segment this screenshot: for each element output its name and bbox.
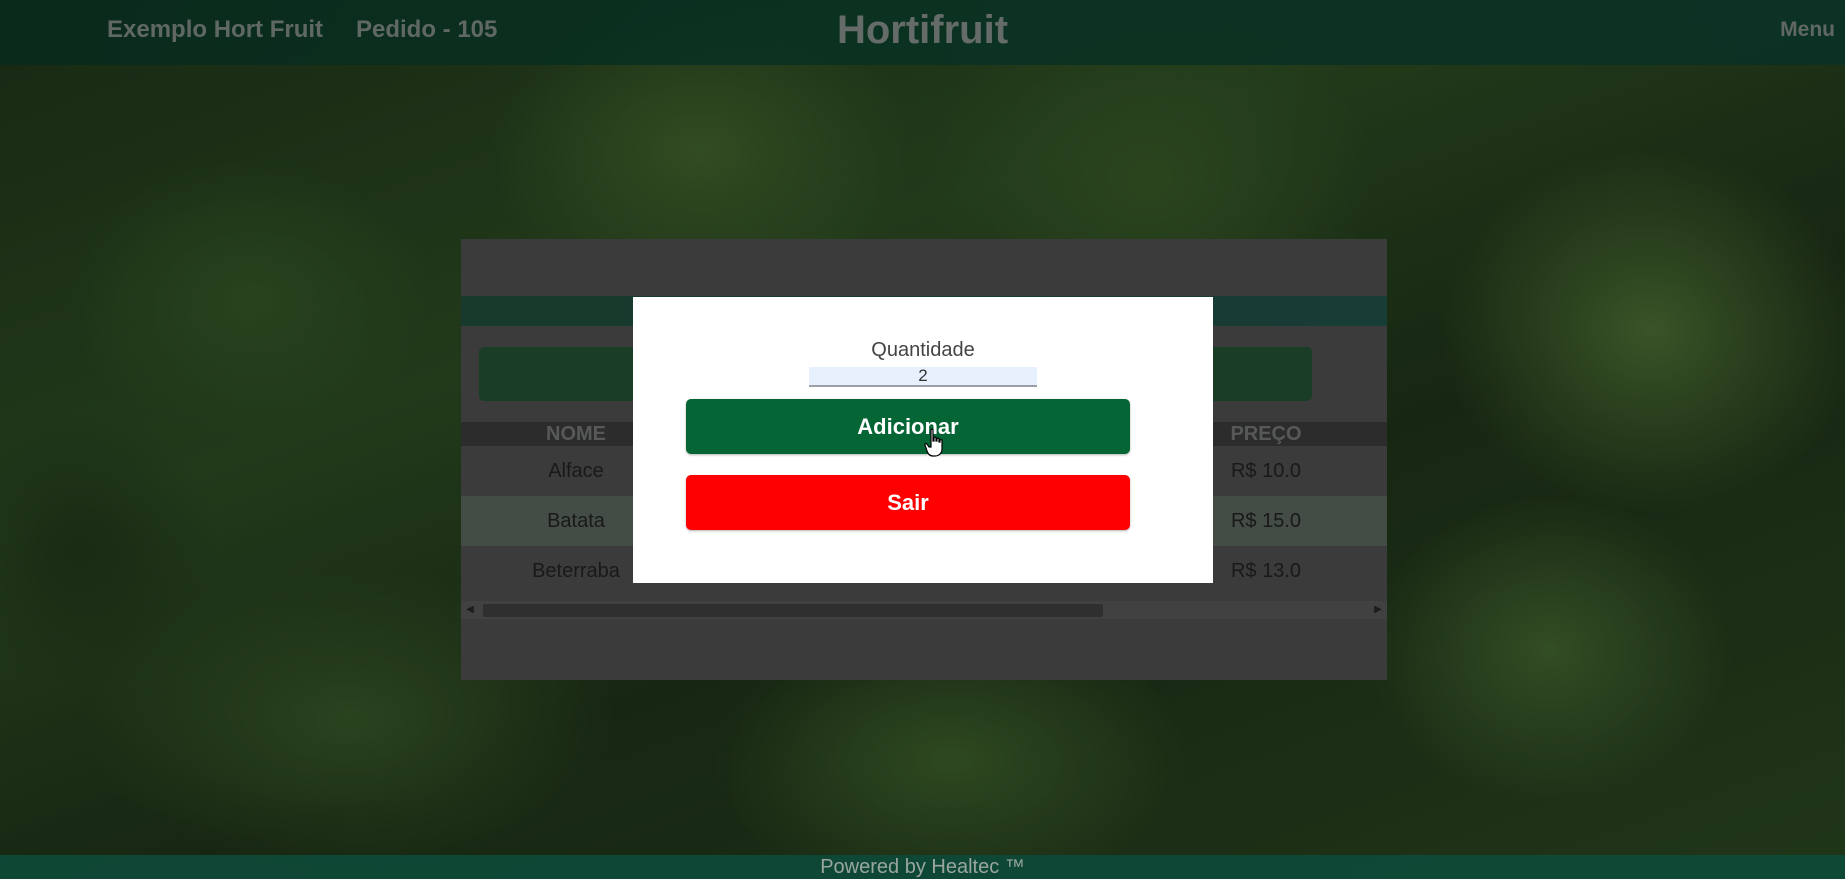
quantity-label: Quantidade — [871, 339, 975, 361]
add-button[interactable]: Adicionar — [686, 399, 1130, 454]
exit-button[interactable]: Sair — [686, 475, 1130, 530]
hand-cursor-icon — [924, 428, 943, 457]
quantity-input[interactable] — [809, 367, 1037, 387]
quantity-modal: Quantidade Adicionar Sair — [633, 297, 1213, 583]
footer: Powered by Healtec ™ — [0, 855, 1845, 879]
